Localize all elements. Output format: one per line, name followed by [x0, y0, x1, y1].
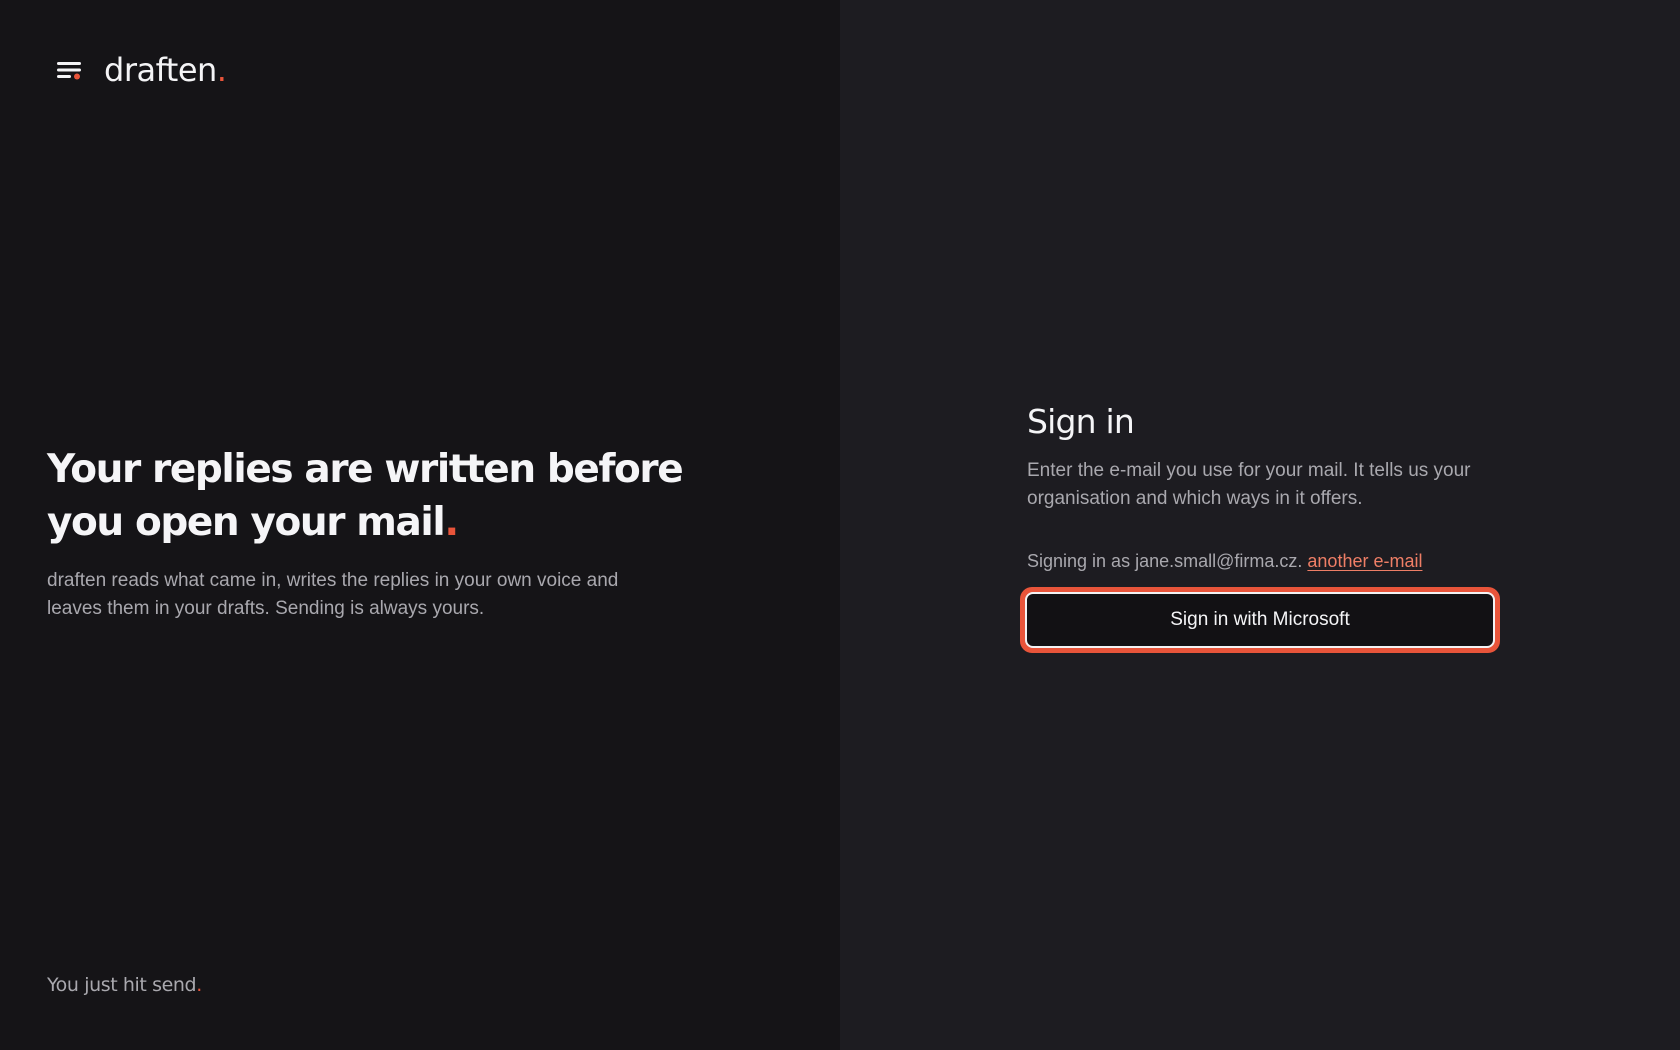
brand-dot: .: [216, 51, 227, 89]
brand-logo[interactable]: draften.: [104, 51, 227, 89]
hero-title-dot: .: [444, 500, 459, 545]
another-email-link[interactable]: another e-mail: [1307, 551, 1422, 571]
tagline-text: You just hit send: [47, 974, 197, 996]
hero-title-line2: you open your mail: [47, 500, 446, 545]
hero-subtitle: draften reads what came in, writes the r…: [47, 570, 619, 619]
microsoft-button-label: Sign in with Microsoft: [1025, 592, 1495, 648]
brand-header: draften.: [56, 51, 227, 89]
sign-in-page: draften. Your replies are written before…: [0, 0, 1680, 1050]
signing-as-line: Signing in as jane.small@firma.cz. anoth…: [1027, 549, 1507, 573]
hero: Your replies are written before you open…: [47, 443, 687, 623]
brand-name: draften: [104, 51, 217, 89]
marketing-pane: draften. Your replies are written before…: [0, 0, 840, 1050]
tagline-dot: .: [196, 974, 202, 996]
signing-as-text: Signing in as jane.small@firma.cz.: [1027, 551, 1303, 571]
hero-title-line1: Your replies are written before: [47, 447, 684, 492]
signin-pane: Sign in Enter the e-mail you use for you…: [840, 0, 1680, 1050]
signin-description: Enter the e-mail you use for your mail. …: [1027, 460, 1471, 509]
signin-form: Sign in Enter the e-mail you use for you…: [1020, 401, 1507, 653]
sign-in-with-microsoft-button[interactable]: Sign in with Microsoft: [1020, 587, 1500, 653]
signin-title: Sign in: [1027, 402, 1135, 441]
hero-title: Your replies are written before you open…: [47, 443, 687, 549]
tagline: You just hit send.: [47, 974, 202, 996]
menu-lines-icon[interactable]: [56, 59, 82, 81]
